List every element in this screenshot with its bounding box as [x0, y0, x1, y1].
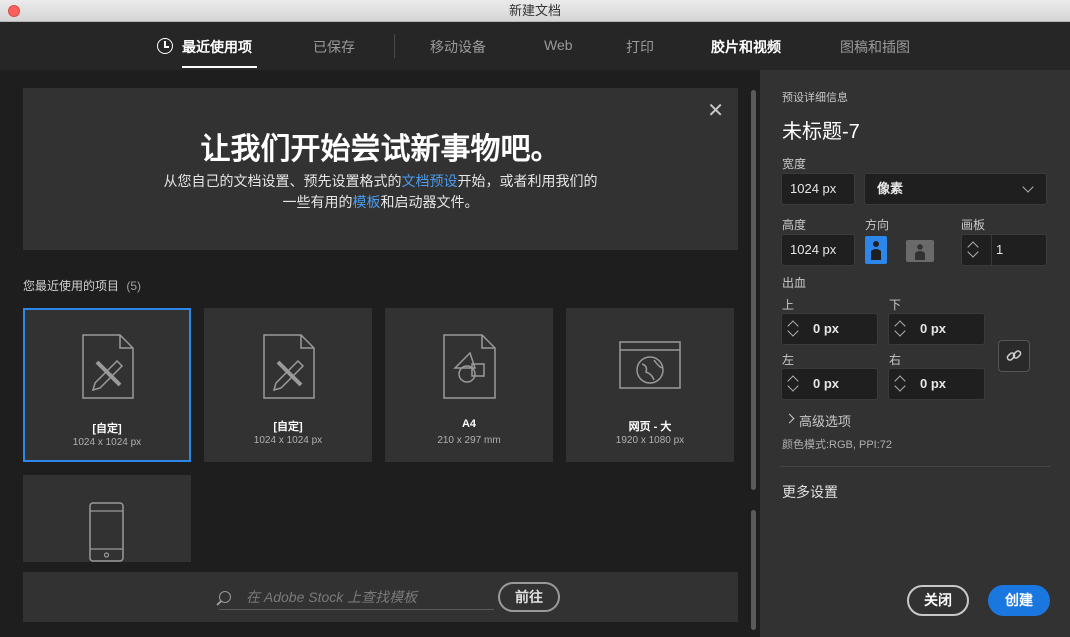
preset-details-heading: 预设详细信息	[782, 92, 848, 104]
tab-separator	[394, 34, 395, 58]
color-mode-text: 颜色模式:RGB, PPI:72	[782, 439, 893, 451]
stepper-arrows-icon[interactable]	[891, 314, 911, 344]
presets-area: ✕ 让我们开始尝试新事物吧。 从您自己的文档设置、预先设置格式的文档预设开始，或…	[0, 70, 760, 637]
presets-scrollbar-thumb[interactable]	[751, 90, 756, 490]
stock-search-placeholder: 在 Adobe Stock 上查找模板	[246, 589, 418, 605]
recent-items-count: (5)	[126, 279, 142, 293]
advanced-options-toggle[interactable]: 高级选项	[799, 411, 851, 430]
card-size: 1024 x 1024 px	[253, 435, 323, 446]
section-divider	[780, 466, 1050, 467]
card-size: 1024 x 1024 px	[72, 437, 142, 448]
custom-doc-icon	[263, 334, 315, 399]
chevron-down-icon	[1022, 181, 1034, 193]
width-input[interactable]: 1024 px	[781, 173, 855, 205]
mobile-doc-icon	[89, 502, 124, 562]
window-title: 新建文档	[508, 3, 561, 18]
welcome-text: 一些有用的	[282, 194, 353, 210]
search-icon	[219, 591, 231, 603]
create-button[interactable]: 创建	[988, 585, 1050, 616]
clock-icon	[157, 38, 173, 54]
bleed-top-label: 上	[782, 298, 795, 312]
card-name: [自定]	[92, 423, 122, 435]
bleed-label: 出血	[782, 276, 807, 290]
close-button[interactable]: 关闭	[907, 585, 969, 616]
welcome-text-line-1: 从您自己的文档设置、预先设置格式的文档预设开始，或者利用我们的	[23, 171, 738, 191]
stepper-arrows-icon[interactable]	[964, 235, 984, 265]
card-size: 1920 x 1080 px	[615, 435, 685, 446]
artboards-label: 画板	[961, 218, 986, 232]
stock-search-input[interactable]: 在 Adobe Stock 上查找模板	[219, 584, 494, 610]
print-doc-icon	[443, 334, 496, 399]
more-settings-link[interactable]: 更多设置	[782, 482, 838, 502]
bleed-left-stepper[interactable]: 0 px	[781, 368, 878, 400]
recent-item-card[interactable]: [自定] 1024 x 1024 px	[204, 308, 372, 462]
tab-print[interactable]: 打印	[626, 37, 654, 57]
window-titlebar: 新建文档	[0, 0, 1070, 22]
document-name-field[interactable]: 未标题-7	[782, 115, 860, 144]
card-name: 网页 - 大	[628, 421, 672, 433]
tab-art-illustration[interactable]: 图稿和插图	[840, 37, 910, 57]
unit-select-value: 像素	[877, 181, 904, 196]
window-close-control[interactable]	[8, 5, 20, 17]
bleed-bottom-value: 0 px	[920, 321, 947, 336]
stock-search-bar: 在 Adobe Stock 上查找模板 前往	[23, 572, 738, 622]
welcome-title: 让我们开始尝试新事物吧。	[200, 133, 561, 166]
welcome-banner: ✕ 让我们开始尝试新事物吧。 从您自己的文档设置、预先设置格式的文档预设开始，或…	[23, 88, 738, 250]
presets-scrollbar-thumb-lower[interactable]	[751, 510, 756, 630]
stepper-arrows-icon[interactable]	[784, 314, 804, 344]
document-presets-link[interactable]: 文档预设	[402, 173, 458, 189]
recent-item-card[interactable]: A4 210 x 297 mm	[385, 308, 553, 462]
height-input[interactable]: 1024 px	[781, 234, 855, 266]
bleed-right-stepper[interactable]: 0 px	[888, 368, 985, 400]
bleed-bottom-stepper[interactable]: 0 px	[888, 313, 985, 345]
bleed-bottom-label: 下	[889, 298, 902, 312]
web-doc-icon	[619, 341, 681, 389]
bleed-right-value: 0 px	[920, 376, 947, 391]
preset-details-panel: 预设详细信息 未标题-7 宽度 1024 px 像素 高度 方向 画板 1024…	[760, 70, 1070, 637]
bleed-right-label: 右	[889, 353, 902, 367]
category-tabbar: 最近使用项 已保存 移动设备 Web 打印 胶片和视频 图稿和插图	[0, 22, 1070, 70]
welcome-text: 和启动器文件。	[380, 194, 479, 210]
portrait-orientation-button[interactable]	[865, 236, 887, 264]
active-tab-underline	[182, 66, 257, 68]
templates-link[interactable]: 模板	[353, 194, 381, 210]
recent-item-card[interactable]: [自定] 1024 x 1024 px	[23, 308, 191, 462]
welcome-text: 从您自己的文档设置、预先设置格式的	[163, 173, 402, 189]
tab-recent[interactable]: 最近使用项	[182, 37, 252, 57]
tab-saved[interactable]: 已保存	[313, 37, 355, 57]
bleed-left-value: 0 px	[813, 376, 840, 391]
link-bleed-button[interactable]	[998, 340, 1030, 372]
custom-doc-icon	[82, 334, 134, 399]
link-icon	[1006, 350, 1022, 361]
unit-select[interactable]: 像素	[864, 173, 1047, 205]
tab-web[interactable]: Web	[544, 37, 573, 53]
card-name: A4	[461, 418, 477, 430]
portrait-person-icon	[871, 241, 881, 260]
bleed-left-label: 左	[782, 353, 795, 367]
chevron-right-icon[interactable]	[784, 413, 795, 424]
stepper-arrows-icon[interactable]	[891, 369, 911, 399]
stepper-arrows-icon[interactable]	[784, 369, 804, 399]
welcome-text: 开始，或者利用我们的	[457, 173, 598, 189]
tab-mobile[interactable]: 移动设备	[430, 37, 486, 57]
landscape-orientation-button[interactable]	[906, 240, 934, 262]
bleed-top-value: 0 px	[813, 321, 840, 336]
height-label: 高度	[782, 218, 807, 232]
recent-item-card[interactable]: 网页 - 大 1920 x 1080 px	[566, 308, 734, 462]
artboards-value: 1	[991, 235, 1003, 265]
recent-items-heading: 您最近使用的项目 (5)	[23, 277, 141, 294]
landscape-person-icon	[915, 244, 925, 260]
width-label: 宽度	[782, 157, 807, 171]
go-button[interactable]: 前往	[498, 582, 560, 612]
recent-item-card[interactable]	[23, 475, 191, 562]
artboards-stepper[interactable]: 1	[961, 234, 1047, 266]
card-size: 210 x 297 mm	[437, 435, 501, 446]
bleed-top-stepper[interactable]: 0 px	[781, 313, 878, 345]
recent-items-label: 您最近使用的项目	[23, 279, 120, 293]
orientation-label: 方向	[865, 218, 890, 232]
close-icon[interactable]: ✕	[707, 98, 724, 123]
welcome-text-line-2: 一些有用的模板和启动器文件。	[23, 192, 738, 212]
card-name: [自定]	[273, 421, 303, 433]
tab-film-video[interactable]: 胶片和视频	[711, 37, 781, 57]
